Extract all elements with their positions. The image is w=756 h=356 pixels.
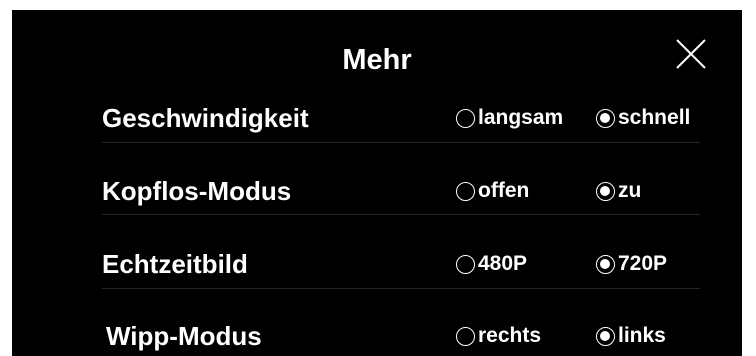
radio-option-right[interactable]: rechts <box>456 323 541 349</box>
row-divider <box>102 288 700 289</box>
radio-label-fast: schnell <box>618 106 691 129</box>
radio-option-open[interactable]: offen <box>456 178 529 204</box>
row-divider <box>102 214 700 215</box>
radio-label-right: rechts <box>478 324 542 347</box>
radio-option-fast[interactable]: schnell <box>596 105 690 131</box>
radio-option-left[interactable]: links <box>596 323 666 349</box>
radio-icon <box>456 326 475 346</box>
radio-icon <box>456 181 475 201</box>
row-divider <box>102 142 700 143</box>
setting-row-live-image: Echtzeitbild 480P 720P <box>102 247 722 287</box>
radio-option-slow[interactable]: langsam <box>456 105 563 131</box>
radio-option-closed[interactable]: zu <box>596 178 641 204</box>
radio-label-slow: langsam <box>478 106 564 129</box>
close-button[interactable] <box>674 37 708 71</box>
radio-option-720p[interactable]: 720P <box>596 251 667 277</box>
close-icon <box>676 39 706 69</box>
settings-dialog: Mehr Geschwindigkeit langsam schnell Kop… <box>12 10 742 356</box>
setting-row-speed: Geschwindigkeit langsam schnell <box>102 101 722 141</box>
radio-checked-icon <box>596 326 615 346</box>
radio-label-720p: 720P <box>618 252 668 275</box>
setting-label-live-image: Echtzeitbild <box>102 249 248 279</box>
radio-label-closed: zu <box>618 179 642 202</box>
dialog-title: Mehr <box>342 44 412 76</box>
radio-checked-icon <box>596 108 615 128</box>
radio-checked-icon <box>596 254 615 274</box>
radio-option-480p[interactable]: 480P <box>456 251 527 277</box>
radio-label-480p: 480P <box>478 252 528 275</box>
setting-label-rocker-mode: Wipp-Modus <box>106 321 262 351</box>
setting-row-headless-mode: Kopflos-Modus offen zu <box>102 174 722 214</box>
radio-label-open: offen <box>478 179 530 202</box>
radio-checked-icon <box>596 181 615 201</box>
radio-label-left: links <box>618 324 666 347</box>
setting-row-rocker-mode: Wipp-Modus rechts links <box>102 319 722 356</box>
setting-label-speed: Geschwindigkeit <box>102 103 309 133</box>
setting-label-headless-mode: Kopflos-Modus <box>102 176 292 206</box>
radio-icon <box>456 254 475 274</box>
radio-icon <box>456 108 475 128</box>
